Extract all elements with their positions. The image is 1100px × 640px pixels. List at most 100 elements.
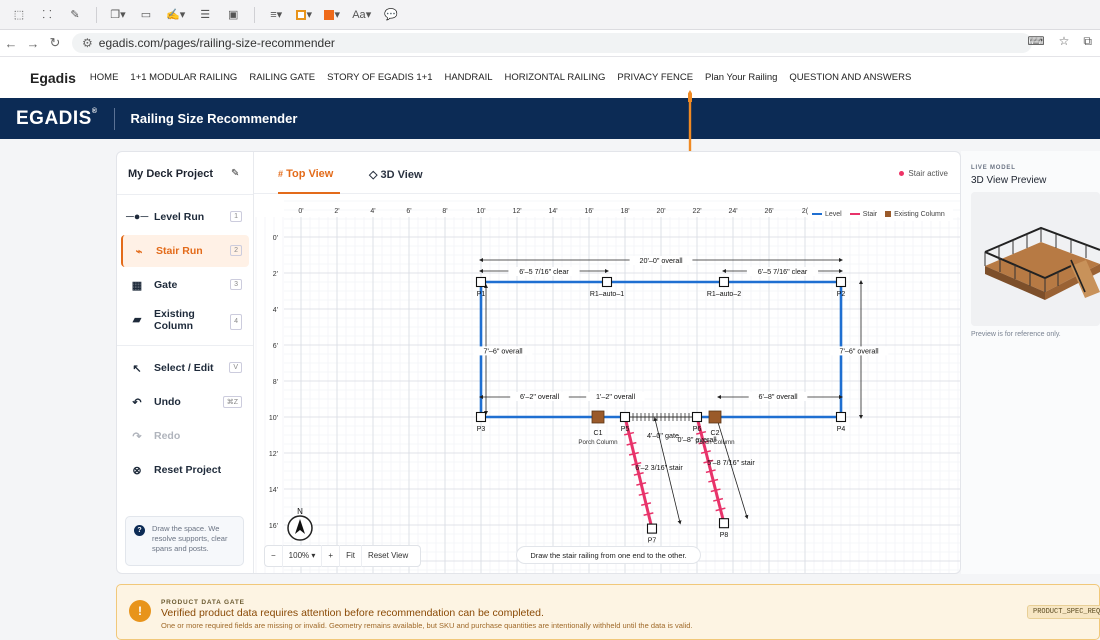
font-button[interactable]: Aa ▾: [349, 5, 374, 25]
stair-length-label: 5'–8 7/16" stair: [707, 458, 755, 467]
help-hint: ? Draw the space. We resolve supports, c…: [125, 516, 244, 566]
select-box-icon[interactable]: ⬚: [8, 5, 30, 25]
shortcut-badge: ⌘Z: [222, 396, 242, 408]
banner-label: PRODUCT DATA GATE: [161, 599, 245, 606]
post-point-marker: [475, 411, 487, 423]
undo-button[interactable]: ↶ Undo ⌘Z: [121, 386, 249, 418]
compass-icon: N: [287, 507, 313, 541]
site-info-icon[interactable]: ⚙: [82, 36, 93, 50]
nav-home[interactable]: HOME: [90, 72, 119, 83]
point-label: P6: [693, 426, 702, 433]
dim-stair-right: [715, 417, 749, 520]
tool-sidebar: My Deck Project ✎ ─●─ Level Run 1 ⌁ Stai…: [117, 152, 254, 573]
border-color-icon[interactable]: ▾: [293, 5, 315, 25]
fill-color-icon[interactable]: ▾: [321, 5, 343, 25]
signature-icon[interactable]: ✍▾: [163, 5, 188, 25]
x-tick-label: 6': [406, 208, 411, 215]
zoom-out-button[interactable]: −: [265, 545, 283, 567]
nav-horizontal-railing[interactable]: HORIZONTAL RAILING: [505, 72, 606, 83]
reset-view-button[interactable]: Reset View: [362, 545, 414, 567]
rename-project-icon[interactable]: ✎: [231, 168, 239, 179]
page-title: Railing Size Recommender: [130, 111, 298, 126]
tool-level-run[interactable]: ─●─ Level Run 1: [121, 201, 249, 233]
y-tick-label: 2': [273, 271, 278, 278]
cursor-arrow-icon: ↖: [132, 362, 142, 375]
shapes-icon[interactable]: ❐▾: [107, 5, 129, 25]
sliders-icon[interactable]: ☰: [194, 5, 216, 25]
comment-icon[interactable]: 💬: [380, 5, 402, 25]
translate-icon[interactable]: ⌨: [1027, 34, 1044, 49]
tool-label: Gate: [154, 279, 178, 291]
fit-button[interactable]: Fit: [340, 545, 362, 567]
tool-select-edit[interactable]: ↖ Select / Edit V: [121, 352, 249, 384]
y-tick-label: 6': [273, 343, 278, 350]
deck-preview-image: [971, 192, 1100, 326]
tab-3d-view[interactable]: ◇ 3D View: [369, 168, 423, 181]
nav-railing-gate[interactable]: RAILING GATE: [249, 72, 315, 83]
gate-icon: ▦: [131, 279, 143, 292]
x-tick-label: 14': [548, 208, 557, 215]
y-tick-label: 14': [269, 487, 278, 494]
textbox-icon[interactable]: ▭: [135, 5, 157, 25]
shortcut-badge: V: [229, 362, 242, 373]
post-point-marker: [835, 276, 847, 288]
tool-label: Stair Run: [156, 245, 203, 257]
font-label: Aa: [352, 8, 366, 21]
zoom-in-button[interactable]: +: [322, 545, 341, 567]
error-code-badge: PRODUCT_SPEC_REQ: [1027, 605, 1100, 619]
banner-message: Verified product data requires attention…: [161, 607, 544, 619]
dimension-label: 7'–6" overall: [839, 346, 878, 355]
grid-icon: #: [278, 169, 284, 179]
pen-icon[interactable]: ✎: [64, 5, 86, 25]
refresh-icon[interactable]: ↻: [44, 35, 66, 51]
zoom-level-select[interactable]: 100% ▾: [283, 545, 323, 567]
redo-button[interactable]: ↷ Redo: [121, 420, 249, 452]
zoom-controls: − 100% ▾ + Fit Reset View: [264, 545, 421, 567]
dimension-label: 6'–2" overall: [520, 392, 559, 401]
tool-label: Level Run: [154, 211, 205, 223]
line-style-icon[interactable]: ≡▾: [265, 5, 287, 25]
site-logo[interactable]: Egadis: [30, 70, 76, 86]
point-label: P8: [720, 532, 729, 539]
drawing-canvas[interactable]: 0' 2' 4' 6' 8' 10' 12' 14' 16' 18' 20' 22' 24' 26' 2(0…: [254, 195, 961, 574]
nav-plan-your-railing[interactable]: Plan Your Railing: [705, 72, 777, 83]
address-bar: ← → ↻ ⚙ egadis.com/pages/railing-size-re…: [0, 30, 1100, 57]
back-icon[interactable]: ←: [0, 36, 22, 51]
forward-icon[interactable]: →: [22, 36, 44, 51]
plan-svg[interactable]: 0' 2' 4' 6' 8' 10' 12' 14' 16' 18' 20' 22' 24' 26' 2(0…: [254, 195, 961, 574]
y-tick-label: 16': [269, 523, 278, 530]
tool-label: Reset Project: [154, 464, 222, 476]
view-tabs: # Top View ◇ 3D View Stair active: [254, 152, 960, 194]
nav-handrail[interactable]: HANDRAIL: [444, 72, 492, 83]
tool-existing-column[interactable]: ▰ Existing Column 4: [121, 304, 249, 336]
tool-stair-run[interactable]: ⌁ Stair Run 2: [121, 235, 249, 267]
point-label: P7: [648, 538, 657, 545]
banner-detail: One or more required fields are missing …: [161, 621, 693, 630]
existing-column-marker: [591, 410, 605, 424]
preview-note: Preview is for reference only.: [971, 331, 1061, 338]
tool-label: Undo: [154, 396, 181, 408]
legend-stair: Stair: [849, 211, 877, 218]
post-point-marker: [619, 411, 631, 423]
x-tick-label: 20': [656, 208, 665, 215]
tool-gate[interactable]: ▦ Gate 3: [121, 269, 249, 301]
nav-privacy-fence[interactable]: PRIVACY FENCE: [617, 72, 693, 83]
lasso-icon[interactable]: ⸬: [36, 5, 58, 25]
post-point-marker: [835, 411, 847, 423]
nav-qa[interactable]: QUESTION AND ANSWERS: [789, 72, 911, 83]
existing-column-marker: [708, 410, 722, 424]
point-label: R1–auto–1: [590, 291, 624, 298]
column-label: C2: [711, 430, 720, 437]
tab-top-view[interactable]: # Top View: [278, 168, 333, 180]
reset-project-button[interactable]: ⊗ Reset Project: [121, 454, 249, 486]
url-field[interactable]: ⚙ egadis.com/pages/railing-size-recommen…: [72, 33, 1032, 53]
instruction-toast: Draw the stair railing from one end to t…: [516, 546, 701, 564]
bookmark-star-icon[interactable]: ☆: [1059, 34, 1070, 49]
nav-modular-railing[interactable]: 1+1 MODULAR RAILING: [130, 72, 237, 83]
nav-story[interactable]: STORY OF EGADIS 1+1: [327, 72, 432, 83]
question-icon: ?: [134, 525, 145, 536]
extensions-icon[interactable]: ⧉: [1083, 34, 1092, 49]
dimension-label: 6'–5 7/16" clear: [519, 267, 569, 276]
x-tick-label: 4': [370, 208, 375, 215]
window-icon[interactable]: ▣: [222, 5, 244, 25]
